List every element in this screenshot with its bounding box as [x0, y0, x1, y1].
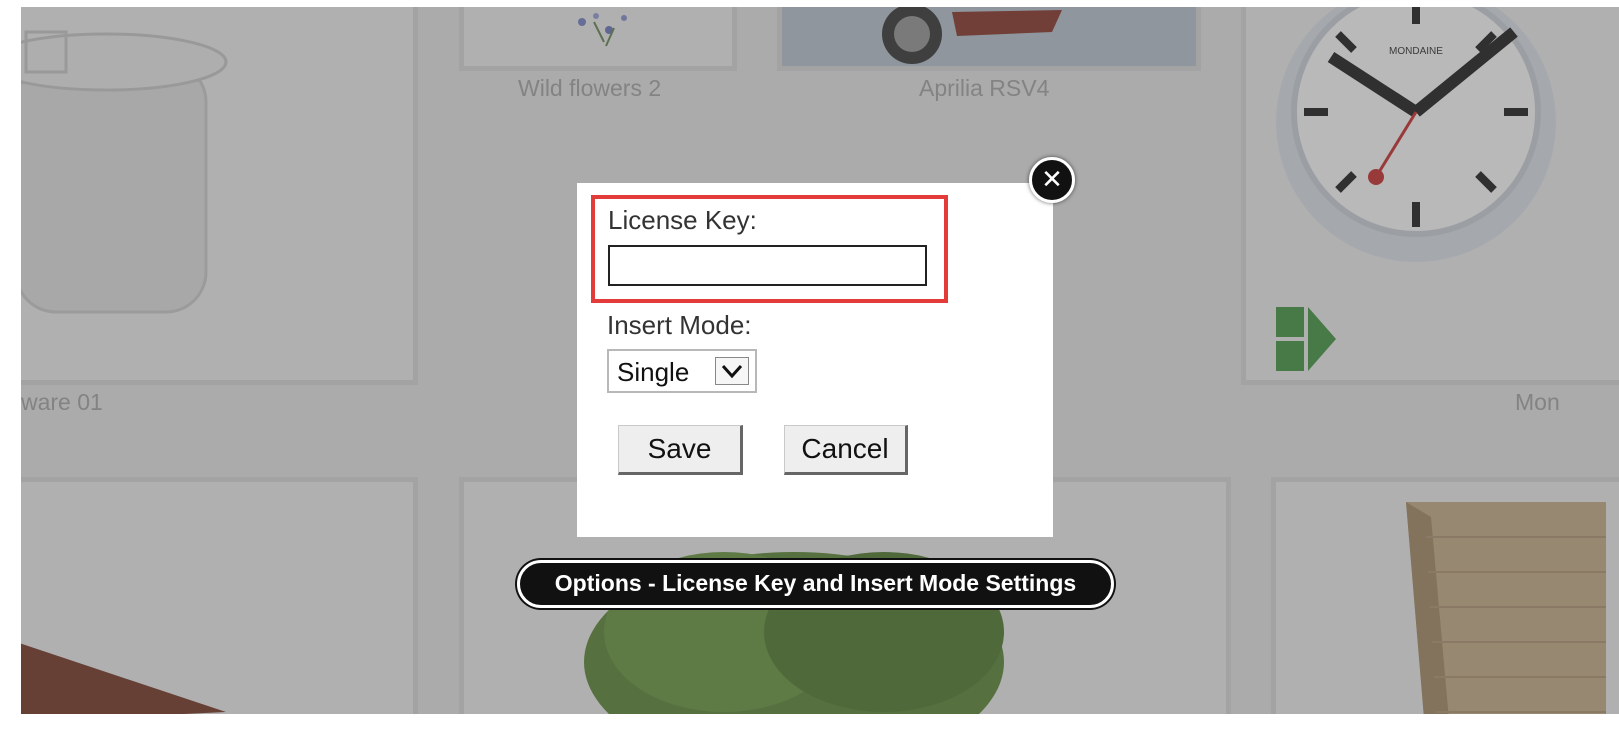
- close-icon[interactable]: ✕: [1029, 157, 1075, 203]
- license-key-label: License Key:: [608, 205, 757, 235]
- license-key-input[interactable]: [608, 245, 927, 286]
- insert-mode-label: Insert Mode:: [607, 310, 752, 340]
- chevron-down-icon[interactable]: [715, 357, 749, 385]
- options-tooltip: Options - License Key and Insert Mode Se…: [517, 560, 1114, 608]
- save-button[interactable]: Save: [618, 425, 743, 475]
- cancel-button[interactable]: Cancel: [784, 425, 908, 475]
- insert-mode-select[interactable]: Single: [607, 349, 757, 393]
- insert-mode-value: Single: [617, 357, 690, 387]
